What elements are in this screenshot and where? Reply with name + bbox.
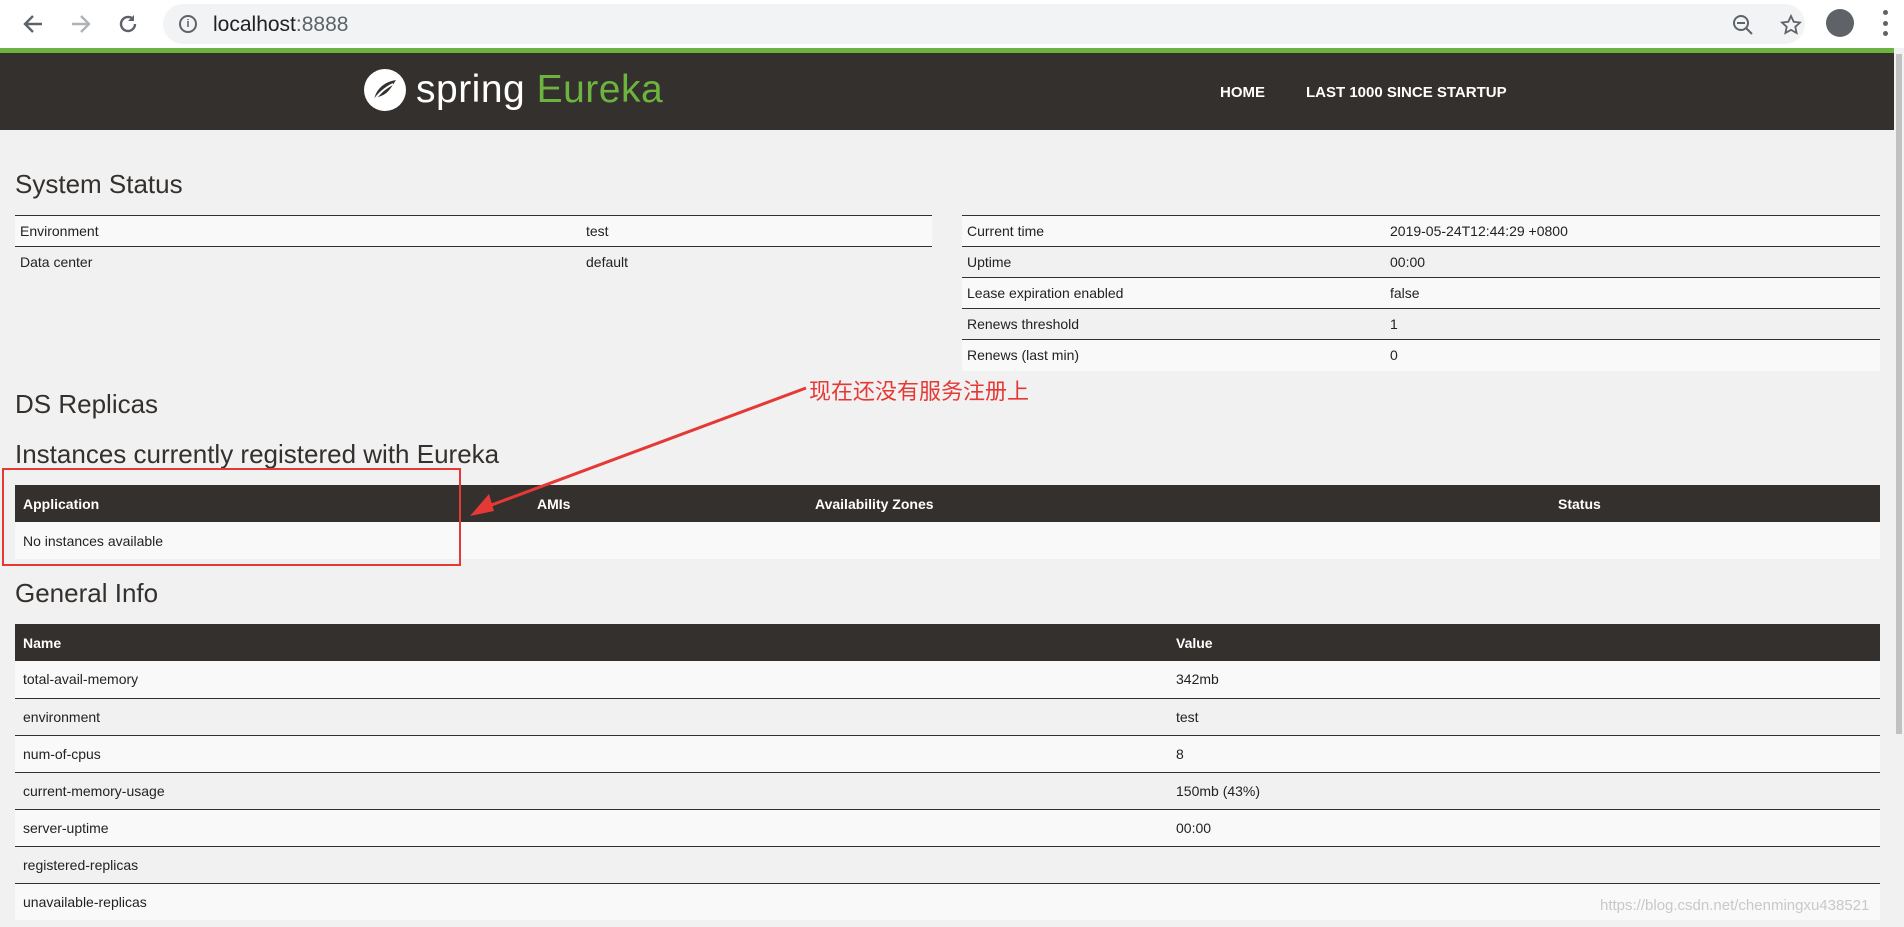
system-status-left-table: Environment test Data center default [15,215,932,278]
eureka-navbar: spring Eureka HOME LAST 1000 SINCE START… [0,53,1894,130]
info-value [1168,845,1880,883]
info-value: 150mb (43%) [1168,771,1880,809]
info-name: total-avail-memory [15,661,1168,698]
table-row: Uptime 00:00 [962,246,1880,278]
ds-replicas-title: DS Replicas [15,389,159,419]
table-row: total-avail-memory 342mb [15,661,1880,698]
info-name: num-of-cpus [15,734,1168,772]
table-row: Lease expiration enabled false [962,277,1880,309]
table-row: Renews (last min) 0 [962,339,1880,371]
status-value: 1 [1385,308,1880,340]
table-row: Renews threshold 1 [962,308,1880,340]
table-row: Current time 2019-05-24T12:44:29 +0800 [962,215,1880,247]
col-name: Name [15,624,1168,661]
table-row: Data center default [15,246,932,278]
nav-last-1000[interactable]: LAST 1000 SINCE STARTUP [1306,84,1507,101]
status-value: 00:00 [1385,246,1880,278]
info-icon[interactable]: i [179,15,197,33]
back-icon[interactable] [15,6,51,42]
info-value: 8 [1168,734,1880,772]
status-value: false [1385,277,1880,309]
instances-title: Instances currently registered with Eure… [15,439,500,469]
general-info-table: Name Value total-avail-memory 342mb envir… [15,624,1880,920]
annotation-note: 现在还没有服务注册上 [809,380,1030,405]
system-status-title: System Status [15,169,183,199]
table-row: num-of-cpus 8 [15,734,1880,772]
col-amis: AMIs [529,485,807,522]
system-status-right-table: Current time 2019-05-24T12:44:29 +0800 Up… [962,215,1880,371]
status-value: 2019-05-24T12:44:29 +0800 [1385,215,1880,247]
account-icon[interactable] [1826,9,1854,37]
watermark-text: https://blog.csdn.net/chenmingxu438521 [1600,897,1870,914]
status-key: Current time [962,215,1385,247]
table-row: server-uptime 00:00 [15,808,1880,846]
info-value: test [1168,697,1880,735]
general-info-title: General Info [15,578,159,608]
info-name: registered-replicas [15,845,1168,883]
info-name: current-memory-usage [15,771,1168,809]
url-text[interactable]: localhost:8888 [213,13,348,37]
status-key: Renews (last min) [962,339,1385,371]
nav-home[interactable]: HOME [1220,84,1265,101]
info-name: server-uptime [15,808,1168,846]
bookmark-star-icon[interactable] [1778,12,1804,38]
status-value: default [581,246,932,278]
reload-icon[interactable] [110,6,146,42]
address-bar[interactable]: i localhost:8888 [163,4,1805,44]
info-name: unavailable-replicas [15,882,1168,920]
forward-icon[interactable] [63,6,99,42]
table-row: registered-replicas [15,845,1880,883]
logo-spring-text: spring [416,68,526,111]
status-value: test [581,215,932,247]
spring-eureka-logo[interactable]: spring Eureka [362,65,663,115]
table-header-row: Name Value [15,624,1880,661]
spring-leaf-icon [364,69,406,111]
more-menu-icon[interactable] [1880,10,1890,36]
status-key: Lease expiration enabled [962,277,1385,309]
table-row: environment test [15,697,1880,735]
table-row: Environment test [15,215,932,247]
page-scrollbar[interactable] [1894,48,1904,927]
logo-eureka-text: Eureka [536,68,664,111]
status-key: Data center [15,246,581,278]
browser-toolbar: i localhost:8888 [0,0,1904,48]
zoom-out-icon[interactable] [1730,12,1756,38]
table-row: current-memory-usage 150mb (43%) [15,771,1880,809]
info-value: 00:00 [1168,808,1880,846]
scrollbar-thumb[interactable] [1896,54,1902,734]
col-value: Value [1168,624,1880,661]
status-key: Uptime [962,246,1385,278]
col-status: Status [1550,485,1880,522]
highlight-box [2,468,461,566]
col-availability-zones: Availability Zones [807,485,1550,522]
info-name: environment [15,697,1168,735]
status-value: 0 [1385,339,1880,371]
status-key: Renews threshold [962,308,1385,340]
status-key: Environment [15,215,581,247]
info-value: 342mb [1168,661,1880,698]
